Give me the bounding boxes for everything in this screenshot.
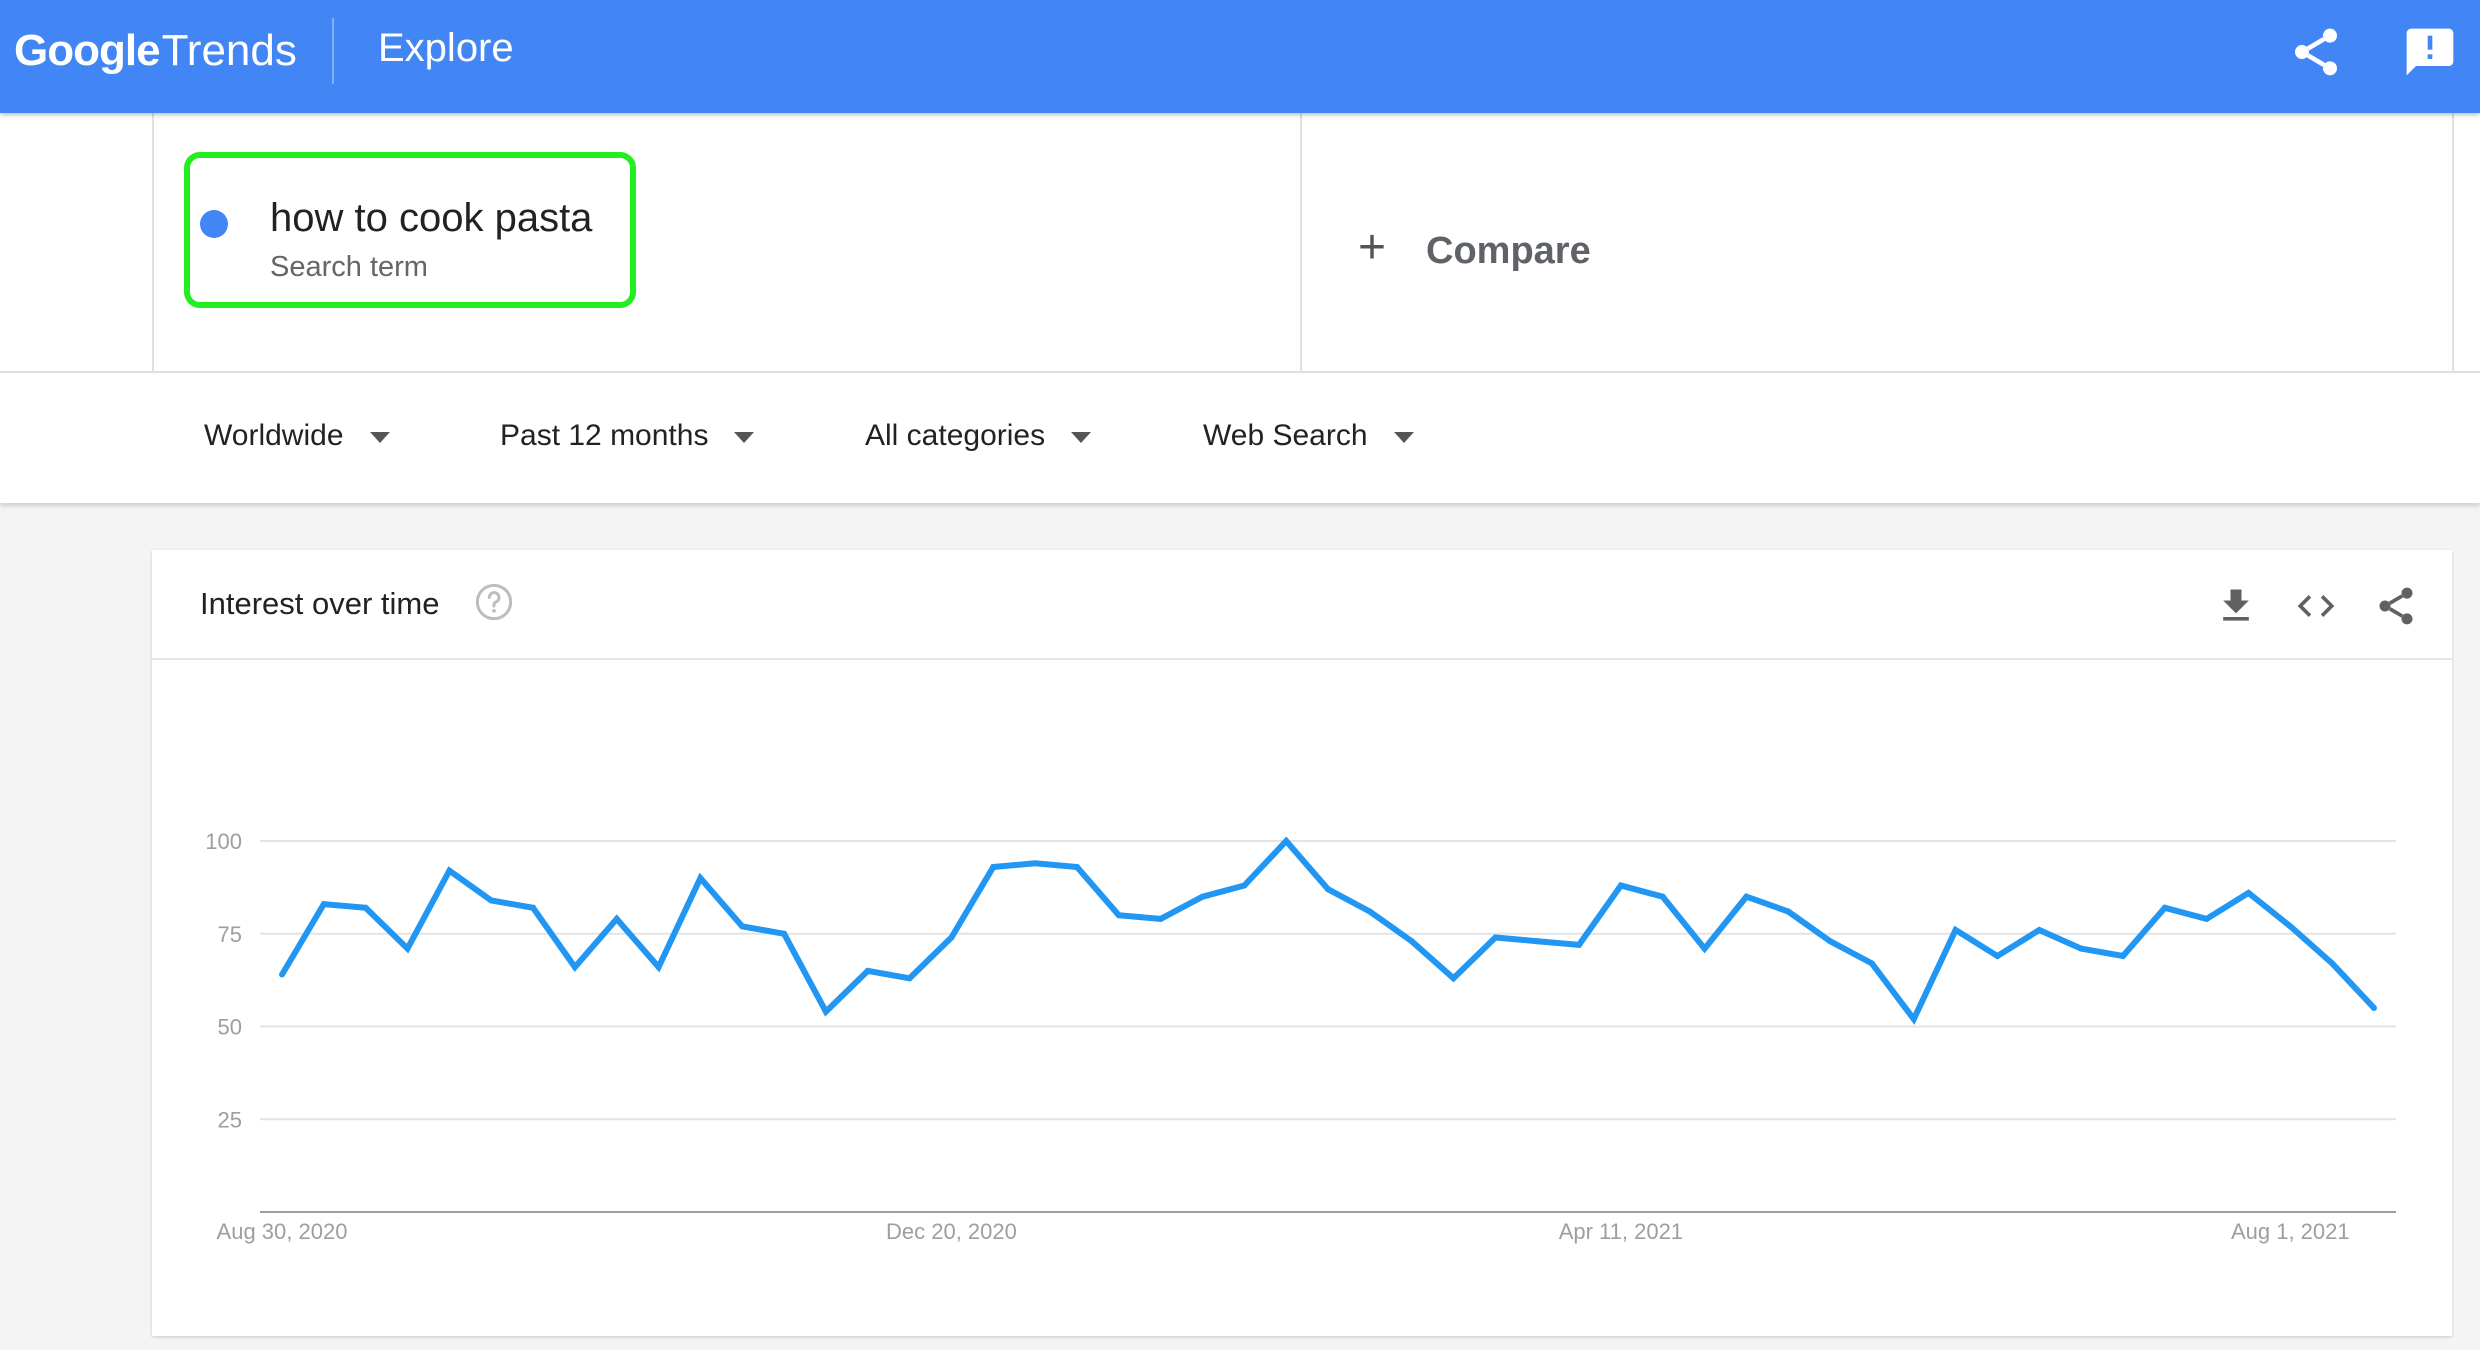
y-tick-label: 100 (205, 829, 242, 854)
data-point[interactable] (1199, 893, 1206, 900)
data-point[interactable] (1366, 908, 1373, 915)
data-point[interactable] (864, 967, 871, 974)
data-point[interactable] (404, 945, 411, 952)
data-point[interactable] (1492, 934, 1499, 941)
card-title: Interest over time (200, 586, 440, 621)
data-point[interactable] (362, 904, 369, 911)
data-point[interactable] (2119, 953, 2126, 960)
data-point[interactable] (571, 964, 578, 971)
data-point[interactable] (2161, 904, 2168, 911)
data-point[interactable] (906, 975, 913, 982)
category-filter[interactable]: All categories (865, 419, 1092, 453)
data-point[interactable] (1743, 893, 1750, 900)
data-point[interactable] (1115, 912, 1122, 919)
series-line[interactable] (279, 836, 2377, 1025)
logo-google-text: Google (14, 26, 161, 75)
category-filter-label: All categories (865, 419, 1046, 452)
header-divider (332, 18, 334, 84)
data-point[interactable] (1994, 953, 2001, 960)
page-title: Explore (378, 26, 514, 70)
search-type-filter[interactable]: Web Search (1203, 419, 1414, 453)
data-point[interactable] (1534, 938, 1541, 945)
data-point[interactable] (1073, 863, 1080, 870)
data-point[interactable] (1659, 893, 1666, 900)
data-point[interactable] (1325, 886, 1331, 893)
region-filter-label: Worldwide (204, 419, 344, 452)
plus-icon: + (1358, 221, 1387, 274)
data-point[interactable] (822, 1008, 829, 1015)
dropdown-arrow-icon (734, 431, 755, 443)
interest-over-time-chart[interactable]: 25 50 75 100 Aug 30, 2020 Dec 20, 2020 Apr 11,… (152, 660, 2452, 1336)
data-point[interactable] (990, 863, 997, 870)
share-icon[interactable] (2288, 24, 2344, 80)
data-point[interactable] (1032, 860, 1039, 867)
data-point[interactable] (2078, 945, 2085, 952)
data-point[interactable] (1868, 960, 1875, 967)
embed-code-icon[interactable] (2294, 584, 2338, 628)
interest-over-time-card: Interest over time 25 50 75 100 Aug 30, 2020… (152, 550, 2452, 1336)
data-point[interactable] (2036, 927, 2043, 934)
search-term-highlight (184, 152, 636, 308)
x-tick-label: Apr 11, 2021 (1559, 1219, 1683, 1244)
row-border (2452, 113, 2454, 371)
logo-trends-text: Trends (161, 26, 297, 75)
time-filter[interactable]: Past 12 months (500, 419, 755, 453)
data-point[interactable] (1785, 908, 1792, 915)
google-trends-logo[interactable]: Google Trends (14, 26, 297, 76)
data-point[interactable] (739, 923, 746, 930)
data-point[interactable] (1910, 1016, 1917, 1023)
data-point[interactable] (1241, 882, 1248, 889)
data-point[interactable] (2329, 960, 2336, 967)
compare-label: Compare (1426, 230, 1591, 272)
data-point[interactable] (1450, 975, 1457, 982)
data-point[interactable] (2371, 1004, 2377, 1011)
data-point[interactable] (697, 875, 704, 882)
data-point[interactable] (446, 867, 453, 874)
share-icon[interactable] (2374, 584, 2418, 628)
data-point[interactable] (488, 897, 495, 904)
data-point[interactable] (1701, 945, 1708, 952)
data-point[interactable] (2203, 915, 2210, 922)
y-tick-label: 50 (218, 1015, 242, 1040)
time-filter-label: Past 12 months (500, 419, 709, 452)
dropdown-arrow-icon (1071, 431, 1092, 443)
data-point[interactable] (1576, 941, 1583, 948)
filter-bar: Worldwide Past 12 months All categories … (0, 371, 2480, 503)
data-point[interactable] (2245, 889, 2252, 896)
compare-button[interactable]: + Compare (1358, 220, 1591, 275)
dropdown-arrow-icon (1393, 431, 1414, 443)
y-tick-label: 25 (218, 1107, 242, 1132)
data-point[interactable] (1827, 938, 1834, 945)
dropdown-arrow-icon (369, 431, 390, 443)
card-header: Interest over time (152, 550, 2452, 660)
data-point[interactable] (948, 934, 955, 941)
data-point[interactable] (1617, 882, 1624, 889)
x-tick-label: Dec 20, 2020 (886, 1219, 1017, 1244)
help-icon[interactable] (474, 582, 514, 622)
data-point[interactable] (781, 930, 788, 937)
data-point[interactable] (1408, 938, 1415, 945)
download-icon[interactable] (2214, 584, 2258, 628)
top-app-bar: Google Trends Explore (0, 0, 2480, 113)
data-point[interactable] (1952, 927, 1959, 934)
y-tick-label: 75 (218, 922, 242, 947)
search-type-filter-label: Web Search (1203, 419, 1368, 452)
feedback-icon[interactable] (2402, 24, 2458, 80)
x-tick-label: Aug 1, 2021 (2231, 1219, 2350, 1244)
data-point[interactable] (320, 901, 327, 908)
x-tick-label: Aug 30, 2020 (217, 1219, 348, 1244)
data-point[interactable] (613, 915, 620, 922)
data-point[interactable] (1283, 838, 1290, 844)
data-point[interactable] (279, 971, 285, 978)
data-point[interactable] (530, 904, 537, 911)
data-point[interactable] (1157, 915, 1164, 922)
data-point[interactable] (655, 964, 662, 971)
data-point[interactable] (2287, 923, 2294, 930)
region-filter[interactable]: Worldwide (204, 419, 390, 453)
